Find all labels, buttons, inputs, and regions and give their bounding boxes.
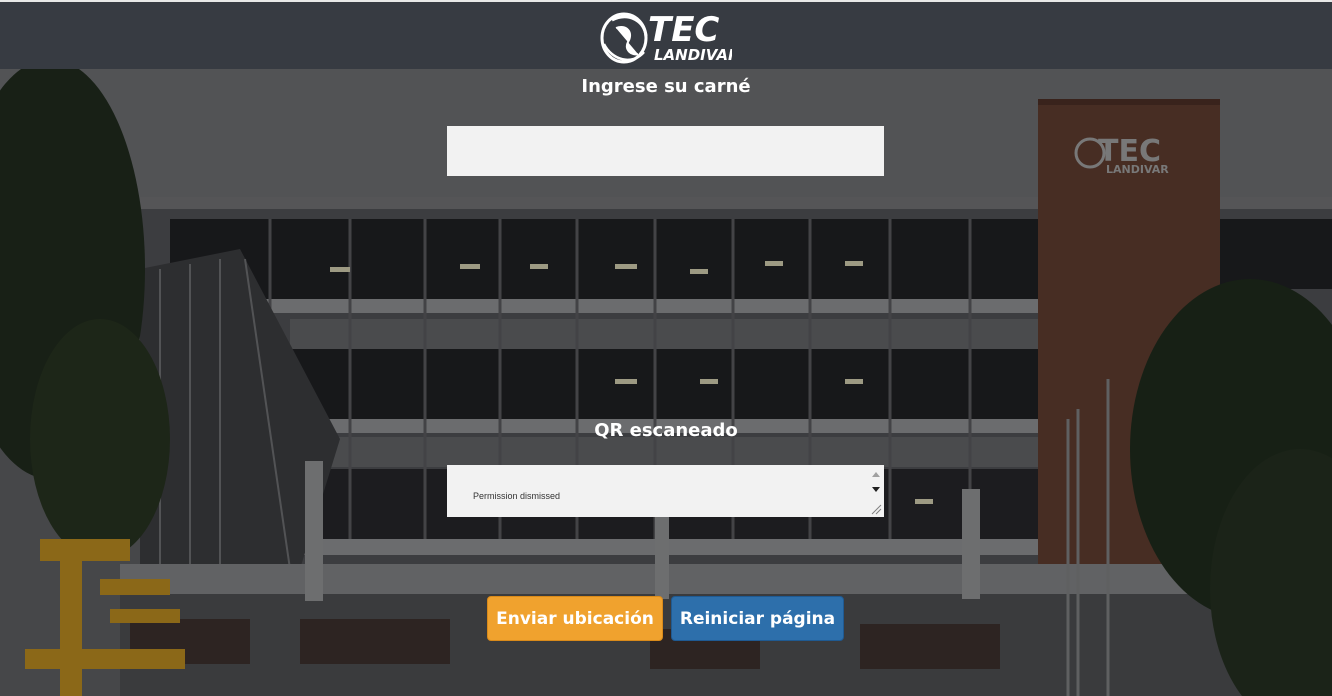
tec-landivar-logo: TEC LANDIVAR xyxy=(600,10,732,64)
scroll-up-icon[interactable] xyxy=(872,472,880,477)
logo-text-top: TEC xyxy=(648,10,719,50)
scroll-down-icon[interactable] xyxy=(872,487,880,492)
qr-result-textarea[interactable]: Permission dismissed xyxy=(447,465,884,517)
resize-grip-icon[interactable] xyxy=(871,504,882,515)
header-bar: TEC LANDIVAR xyxy=(0,0,1332,69)
carne-label: Ingrese su carné xyxy=(581,76,751,97)
carne-input[interactable] xyxy=(447,126,884,176)
textarea-scrollbar[interactable] xyxy=(870,467,882,515)
qr-result-text: Permission dismissed xyxy=(473,491,561,501)
qr-label: QR escaneado xyxy=(594,420,738,441)
globe-icon xyxy=(600,12,648,64)
reload-page-button[interactable]: Reiniciar página xyxy=(671,596,844,641)
logo-text-bottom: LANDIVAR xyxy=(654,46,732,64)
send-location-button[interactable]: Enviar ubicación xyxy=(487,596,663,641)
